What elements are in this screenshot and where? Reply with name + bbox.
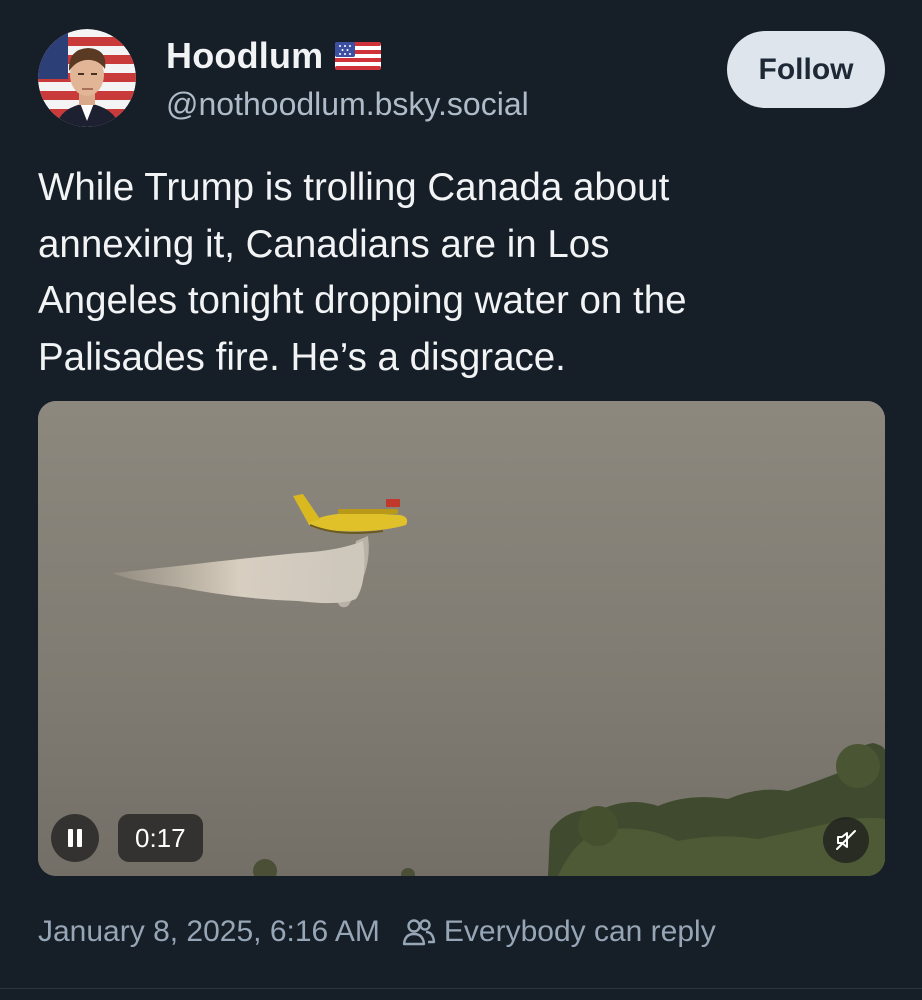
pause-button[interactable]: [51, 814, 99, 862]
pause-icon: [68, 829, 82, 847]
reply-setting-label: Everybody can reply: [443, 915, 716, 948]
follow-button[interactable]: Follow: [727, 31, 885, 108]
us-flag-icon: [335, 40, 382, 72]
post-card: Hoodlum @nothoodlum.bsky.social Follow W…: [0, 0, 922, 1000]
reply-setting[interactable]: Everybody can reply: [402, 915, 716, 949]
video-frame: [38, 401, 885, 876]
avatar[interactable]: [38, 29, 136, 127]
author-info: Hoodlum @nothoodlum.bsky.social: [166, 34, 529, 123]
video-elapsed-time: 0:17: [118, 814, 203, 862]
speaker-muted-icon: [836, 830, 856, 850]
post-text: While Trump is trolling Canada about ann…: [38, 166, 687, 379]
people-icon: [402, 919, 436, 946]
post-timestamp[interactable]: January 8, 2025, 6:16 AM: [38, 915, 380, 949]
divider: [0, 988, 922, 989]
display-name[interactable]: Hoodlum: [166, 35, 323, 77]
video-player[interactable]: 0:17: [38, 401, 885, 876]
avatar-image: [38, 29, 136, 127]
handle[interactable]: @nothoodlum.bsky.social: [166, 86, 529, 123]
unmute-button[interactable]: [823, 817, 869, 863]
post-meta: January 8, 2025, 6:16 AM Everybody can r…: [38, 915, 716, 949]
display-name-row: Hoodlum: [166, 34, 529, 78]
